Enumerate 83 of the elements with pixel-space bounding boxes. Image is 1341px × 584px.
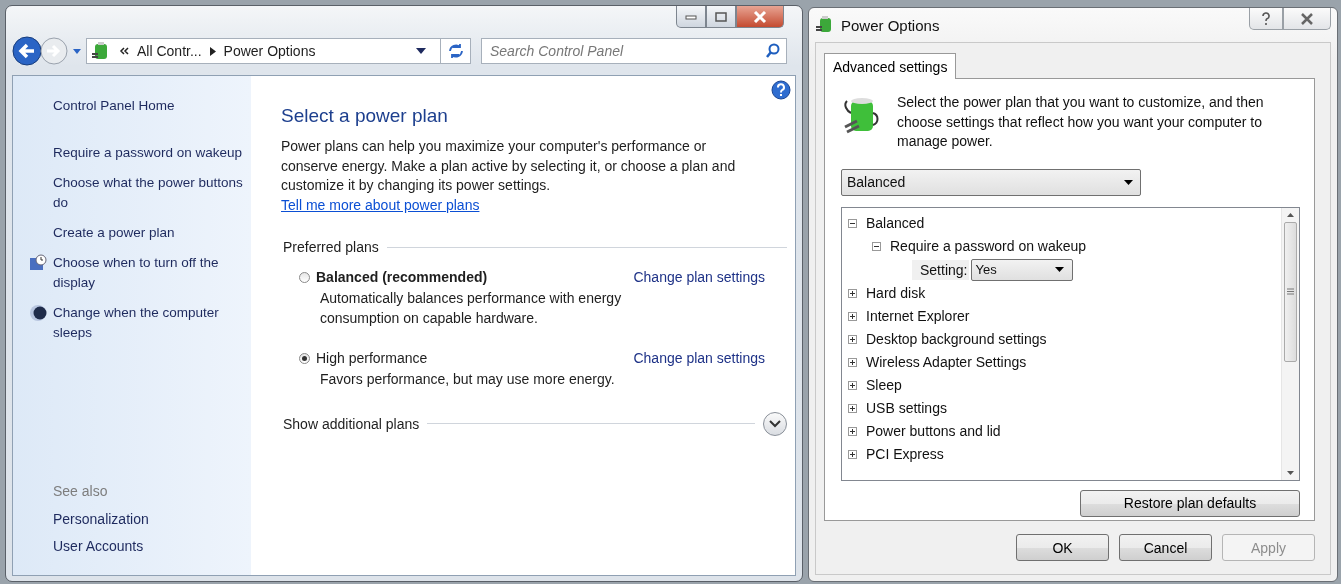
refresh-icon — [447, 43, 464, 59]
intro-text: Power plans can help you maximize your computer's performance or conserve energy. Make a plan active by selecting it, or choose a plan and customize it by changing its power settings. Tell me more about power plans — [281, 137, 737, 215]
tab[interactable]: Advanced settings — [824, 53, 957, 79]
tell-me-more-link[interactable]: Tell me more about power plans — [281, 196, 480, 213]
expand-toggle[interactable] — [872, 241, 881, 251]
search-field[interactable]: Search Control Panel — [481, 38, 787, 64]
maximize-icon — [715, 11, 727, 22]
plan-description: Favors performance, but may use more energy. — [320, 370, 616, 389]
grip-icon — [1287, 288, 1294, 295]
see-also-link[interactable]: Personalization — [53, 511, 251, 527]
tree-item[interactable]: Require a password on wakeup — [890, 238, 1087, 254]
chevron-icon — [119, 46, 129, 56]
tree-item[interactable]: Power buttons and lid — [866, 423, 1001, 439]
expand-toggle[interactable] — [848, 403, 857, 413]
minimize-icon — [685, 13, 697, 20]
chevron-down-icon — [769, 419, 781, 428]
plan-dropdown[interactable]: Balanced — [841, 168, 1141, 196]
restore-defaults-button[interactable]: Restore plan defaults — [1080, 489, 1300, 517]
tree-item[interactable]: Balanced — [866, 215, 925, 231]
breadcrumb[interactable]: Power Options — [223, 43, 316, 59]
radio-button[interactable] — [299, 271, 310, 283]
sidebar-link[interactable]: Create a power plan — [53, 223, 175, 243]
change-plan-settings-link[interactable]: Change plan settings — [633, 269, 765, 285]
tree-item[interactable]: PCI Express — [866, 446, 944, 462]
dropdown-caret-icon — [1055, 267, 1065, 272]
expand-toggle[interactable] — [848, 449, 857, 459]
history-dropdown-icon[interactable] — [72, 47, 82, 55]
close-icon — [1300, 12, 1314, 25]
tree-item[interactable]: Internet Explorer — [866, 308, 970, 324]
scroll-thumb[interactable] — [1284, 221, 1297, 362]
sidebar-link[interactable]: Control Panel Home — [53, 96, 175, 116]
see-also-link[interactable]: User Accounts — [53, 538, 251, 554]
tree-item[interactable]: USB settings — [866, 400, 947, 416]
back-button[interactable] — [12, 36, 42, 66]
radio-button[interactable] — [299, 352, 310, 364]
page-title: Select a power plan — [281, 105, 449, 127]
refresh-button[interactable] — [441, 38, 471, 64]
window-title: Power Options — [841, 16, 940, 34]
show-additional-plans-label: Show additional plans — [283, 415, 420, 432]
clock-monitor-icon — [29, 254, 47, 272]
description-text: Select the power plan that you want to customize, and then choose settings that reflect how you want your computer to manage power. — [897, 93, 1265, 151]
sidebar-link[interactable]: Require a password on wakeup — [53, 143, 243, 163]
expand-toggle[interactable] — [848, 357, 857, 367]
dialog-button[interactable]: OK — [1016, 534, 1109, 561]
breadcrumb[interactable]: All Contr... — [137, 43, 202, 59]
setting-label: Setting: — [912, 259, 970, 280]
maximize-button[interactable] — [706, 6, 736, 28]
section-heading: Preferred plans — [283, 239, 379, 255]
close-button[interactable] — [1283, 8, 1331, 30]
minimize-button[interactable] — [676, 6, 706, 28]
tree-item[interactable]: Sleep — [866, 377, 902, 393]
dropdown-caret-icon — [1124, 179, 1133, 185]
expand-toggle[interactable] — [848, 380, 857, 390]
help-button[interactable] — [1249, 8, 1283, 30]
help-icon[interactable] — [771, 80, 791, 100]
scrollbar[interactable] — [1281, 207, 1299, 480]
expand-toggle[interactable] — [848, 218, 857, 228]
sidebar-link[interactable]: Change when the computer sleeps — [53, 303, 249, 343]
sidebar-link[interactable]: Choose what the power buttons do — [53, 173, 249, 213]
change-plan-settings-link[interactable]: Change plan settings — [633, 350, 765, 366]
dialog-button[interactable]: Cancel — [1119, 534, 1212, 561]
expand-toggle[interactable] — [848, 311, 857, 321]
setting-dropdown[interactable]: Yes — [971, 258, 1074, 281]
dropdown-caret-icon[interactable] — [416, 48, 426, 54]
search-icon[interactable] — [765, 43, 781, 59]
tree-item[interactable]: Wireless Adapter Settings — [866, 354, 1027, 370]
close-icon — [753, 10, 767, 23]
moon-icon — [29, 304, 47, 322]
address-bar[interactable]: All Contr... Power Options — [86, 38, 441, 64]
expand-toggle[interactable] — [848, 288, 857, 298]
tree-item[interactable]: Desktop background settings — [866, 331, 1047, 347]
question-mark-icon — [1261, 11, 1271, 26]
expand-toggle[interactable] — [848, 334, 857, 344]
sidebar-link[interactable]: Choose when to turn off the display — [53, 253, 249, 293]
expand-button[interactable] — [763, 411, 787, 436]
plan-description: Automatically balances performance with energy consumption on capable hardware. — [320, 289, 623, 328]
expand-toggle[interactable] — [848, 426, 857, 436]
tree-item[interactable]: Hard disk — [866, 285, 926, 301]
plan-name: High performance — [316, 350, 428, 366]
close-button[interactable] — [736, 6, 784, 28]
breadcrumb-arrow-icon — [209, 46, 216, 56]
plan-name: Balanced (recommended) — [316, 269, 488, 285]
see-also-heading: See also — [53, 483, 109, 499]
